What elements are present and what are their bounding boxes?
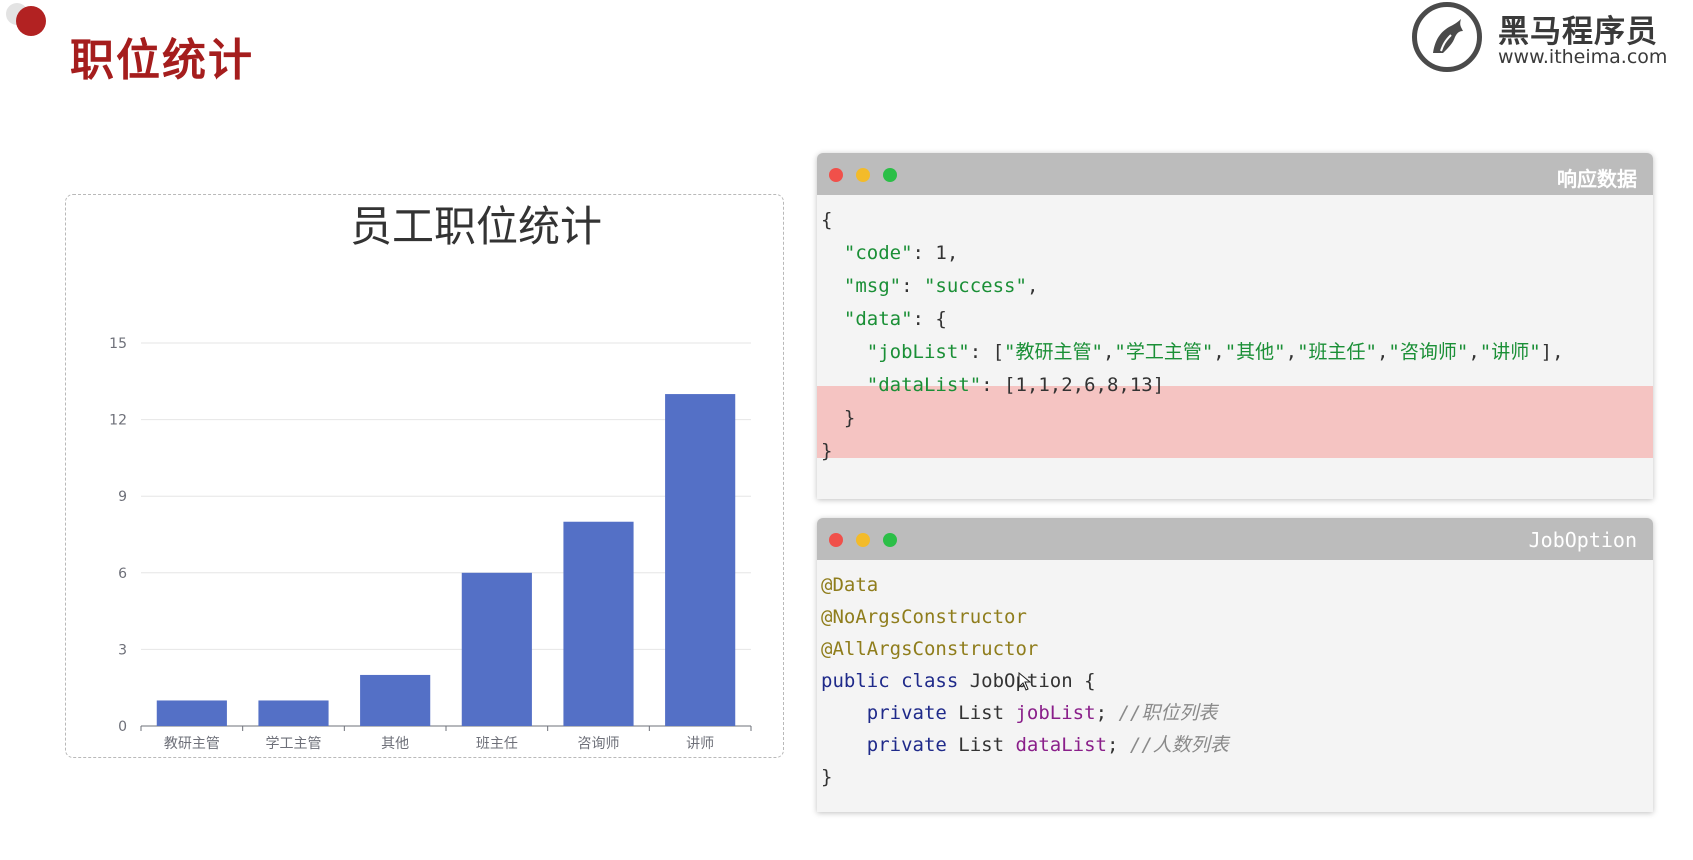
y-tick-label: 3 bbox=[118, 642, 127, 658]
code-line: } bbox=[821, 407, 856, 429]
response-data-window: 响应数据 { "code": 1, "msg": "success", "dat… bbox=[817, 153, 1653, 499]
code-line: public class JobOption { bbox=[821, 670, 1096, 692]
bar bbox=[156, 700, 227, 726]
x-tick-label: 其他 bbox=[381, 736, 409, 752]
code-line: } bbox=[821, 440, 833, 462]
window-titlebar: JobOption bbox=[817, 518, 1653, 560]
close-dot-icon bbox=[829, 533, 843, 547]
y-tick-label: 15 bbox=[109, 336, 127, 352]
mouse-cursor-icon bbox=[1018, 672, 1032, 691]
x-tick-label: 讲师 bbox=[686, 736, 714, 752]
x-tick-label: 教研主管 bbox=[164, 736, 220, 752]
window-titlebar: 响应数据 bbox=[817, 153, 1653, 195]
code-line: "jobList": ["教研主管","学工主管","其他","班主任","咨询… bbox=[866, 341, 1564, 363]
y-tick-label: 9 bbox=[118, 489, 127, 505]
y-tick-label: 6 bbox=[118, 566, 127, 582]
bar bbox=[665, 394, 736, 726]
code-line: "dataList": [1,1,2,6,8,13] bbox=[866, 374, 1165, 396]
chart-title: 员工职位统计 bbox=[350, 202, 602, 251]
bar bbox=[461, 572, 532, 726]
page-title: 职位统计 bbox=[70, 35, 254, 86]
brand-logo: 黑马程序员 www.itheima.com bbox=[1412, 0, 1672, 76]
close-dot-icon bbox=[829, 168, 843, 182]
code-line: } bbox=[821, 766, 833, 788]
code-line: "msg": "success", bbox=[843, 275, 1039, 297]
window-title: JobOption bbox=[1528, 528, 1637, 552]
code-line: "data": { bbox=[843, 308, 947, 330]
joboption-window: JobOption @Data @NoArgsConstructor @AllArg… bbox=[817, 518, 1653, 812]
brand-name: 黑马程序员 bbox=[1498, 14, 1658, 50]
code-line: @AllArgsConstructor bbox=[821, 638, 1039, 660]
maximize-dot-icon bbox=[883, 533, 897, 547]
x-tick-label: 班主任 bbox=[476, 736, 518, 752]
code-line: { bbox=[821, 209, 833, 231]
bar bbox=[258, 700, 329, 726]
maximize-dot-icon bbox=[883, 168, 897, 182]
code-line: "code": 1, bbox=[843, 242, 959, 264]
x-tick-label: 咨询师 bbox=[578, 736, 620, 752]
y-tick-label: 12 bbox=[109, 413, 127, 429]
chart-panel: 员工职位统计 0 3 6 9 12 15 教研主管 学工主管 其他 班主任 咨询师 讲师 bbox=[65, 194, 784, 758]
minimize-dot-icon bbox=[856, 168, 870, 182]
horse-logo-icon bbox=[1412, 2, 1482, 72]
bar bbox=[360, 674, 431, 726]
window-title: 响应数据 bbox=[1557, 167, 1637, 191]
bar-chart: 员工职位统计 0 3 6 9 12 15 教研主管 学工主管 其他 班主任 咨询师 讲师 bbox=[109, 202, 752, 752]
code-line: @Data bbox=[821, 574, 879, 596]
minimize-dot-icon bbox=[856, 533, 870, 547]
code-line: private List dataList; //人数列表 bbox=[866, 734, 1229, 756]
x-tick-label: 学工主管 bbox=[266, 736, 322, 752]
code-line: @NoArgsConstructor bbox=[821, 606, 1027, 628]
brand-url: www.itheima.com bbox=[1498, 46, 1668, 68]
y-tick-label: 0 bbox=[118, 719, 127, 735]
bar bbox=[563, 521, 634, 726]
title-bullet bbox=[16, 6, 46, 36]
code-line: private List jobList; //职位列表 bbox=[866, 702, 1218, 724]
